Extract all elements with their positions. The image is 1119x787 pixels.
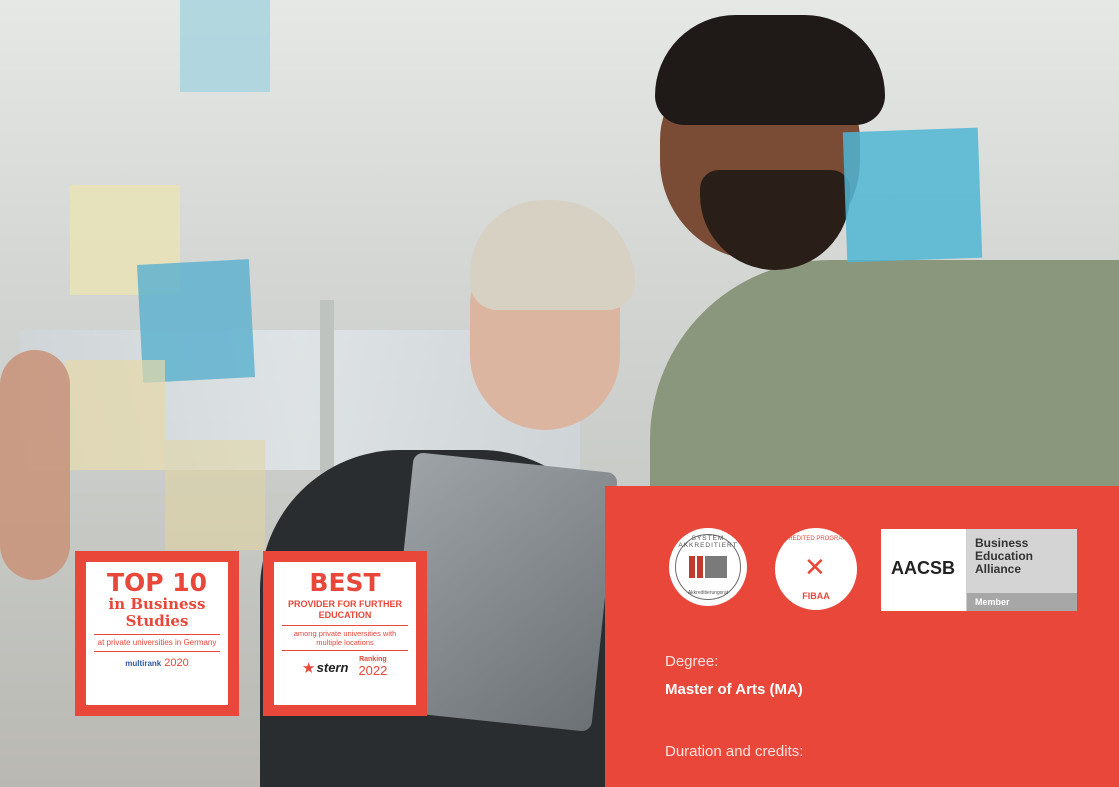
program-info-panel: SYSTEM AKKREDITIERT Akkreditierungsrat A…: [605, 486, 1119, 787]
multirank-logo: multirank: [125, 659, 162, 668]
badge-subline: PROVIDER FOR FURTHER EDUCATION: [287, 599, 402, 620]
badge-year: 2022: [358, 663, 388, 678]
degree-label: Degree:: [665, 653, 719, 670]
badge-year: 2020: [164, 657, 189, 669]
badge-detail: at private universities in Germany: [94, 634, 220, 652]
raised-hand: [0, 350, 70, 580]
badge-footer: multirank 2020: [86, 657, 228, 669]
badge-headline: TOP 10: [106, 568, 208, 597]
man-hair: [655, 15, 885, 125]
seal-arc-text: SYSTEM AKKREDITIERT: [678, 535, 738, 549]
man-beard: [700, 170, 850, 270]
fibaa-x-icon: ✕: [804, 552, 826, 582]
aacsb-tagline: Business Education Alliance: [975, 536, 1034, 576]
badge-subline: in Business Studies: [108, 595, 206, 630]
fibaa-name: FIBAA: [802, 591, 830, 601]
stern-logo: stern: [302, 660, 348, 675]
badge-footer: stern Ranking 2022: [274, 656, 416, 678]
aacsb-member-label: Member: [967, 593, 1077, 611]
duration-label: Duration and credits:: [665, 743, 804, 760]
aacsb-logo: AACSB Business Education Alliance Member: [881, 529, 1077, 611]
degree-value: Master of Arts (MA): [665, 681, 803, 698]
ranking-label: Ranking 2022: [358, 656, 388, 678]
badge-headline: BEST: [309, 568, 381, 597]
sticky-note: [842, 127, 983, 263]
sticky-note: [65, 360, 165, 470]
best-badge: BEST PROVIDER FOR FURTHER EDUCATION amon…: [263, 551, 427, 716]
fibaa-seal: ACCREDITED PROGRAMME ✕ FIBAA: [775, 528, 857, 610]
woman-hair: [470, 200, 635, 310]
sticky-note: [180, 0, 270, 92]
star-icon: [302, 662, 315, 673]
system-accreditation-seal: SYSTEM AKKREDITIERT Akkreditierungsrat: [669, 528, 747, 606]
sticky-note: [165, 440, 265, 550]
aacsb-name: AACSB: [891, 558, 956, 578]
badge-detail: among private universities with multiple…: [282, 625, 408, 651]
accreditation-mark-icon: [689, 556, 727, 578]
seal-arc-text: ACCREDITED PROGRAMME: [775, 536, 857, 542]
seal-bottom-text: Akkreditierungsrat: [687, 590, 729, 596]
top10-badge: TOP 10 in Business Studies at private un…: [75, 551, 239, 716]
